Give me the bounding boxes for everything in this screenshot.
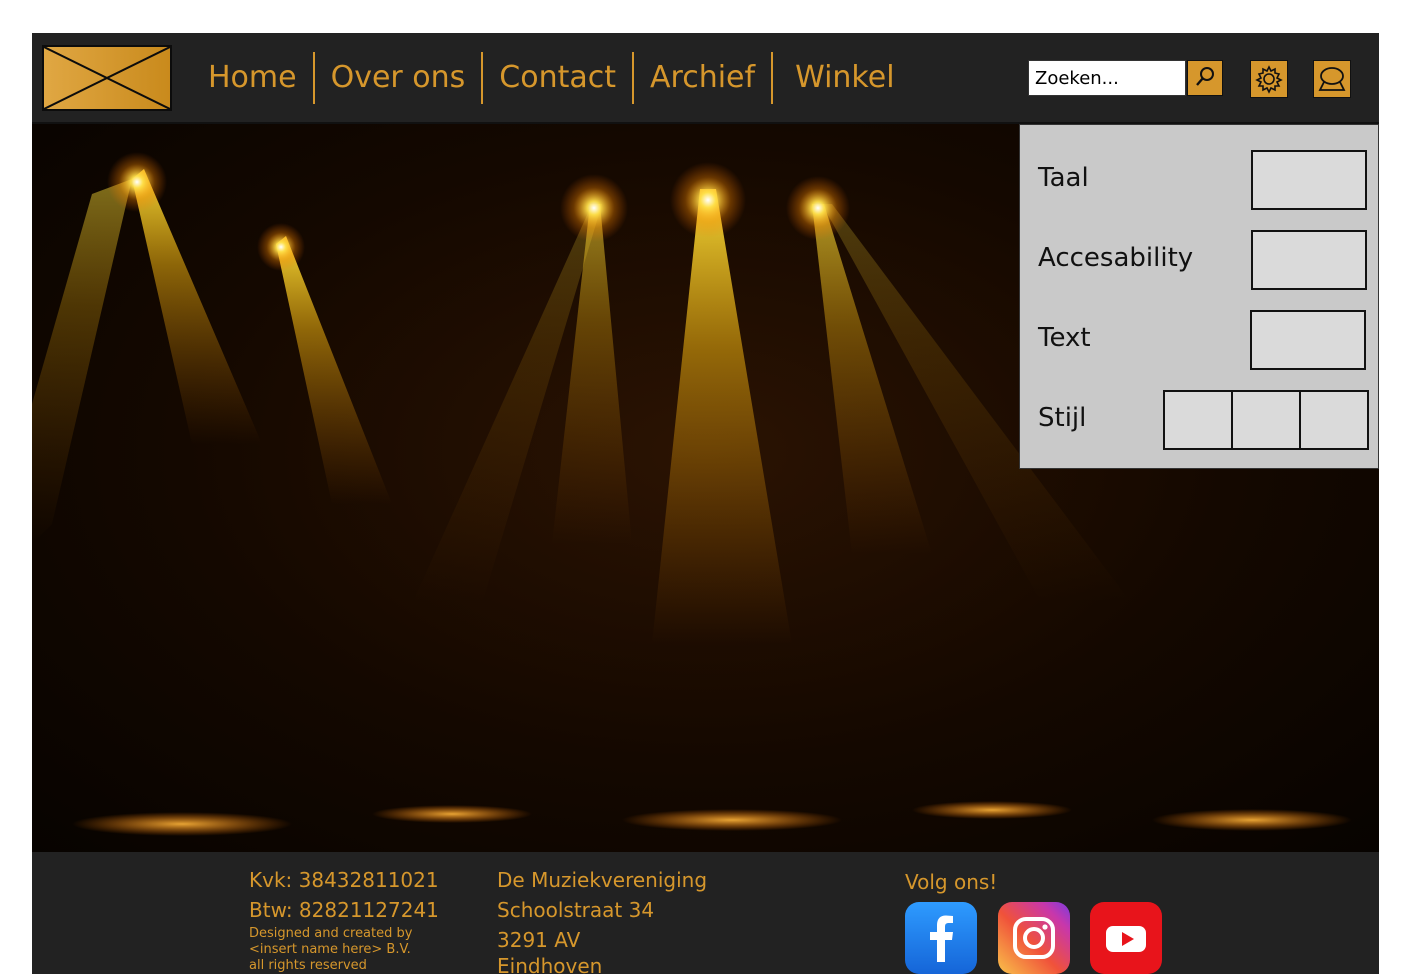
image-placeholder-icon bbox=[44, 47, 170, 109]
accessibility-select[interactable] bbox=[1251, 230, 1367, 290]
credit-line: Designed and created by bbox=[249, 926, 413, 941]
stijl-option-2[interactable] bbox=[1233, 392, 1301, 448]
youtube-icon bbox=[1106, 926, 1146, 952]
nav-over-ons[interactable]: Over ons bbox=[315, 52, 482, 104]
address-street: Schoolstraat 34 bbox=[497, 898, 655, 922]
follow-heading: Volg ons! bbox=[905, 870, 998, 894]
address-postcode: 3291 AV bbox=[497, 928, 581, 952]
instagram-link[interactable] bbox=[998, 902, 1070, 974]
search-button[interactable] bbox=[1187, 60, 1223, 96]
settings-panel: Taal Accesability Text Stijl bbox=[1019, 124, 1379, 469]
search-icon bbox=[1196, 67, 1214, 86]
taal-select[interactable] bbox=[1251, 150, 1367, 210]
accessibility-label: Accesability bbox=[1038, 243, 1194, 273]
facebook-icon bbox=[930, 915, 953, 962]
stijl-option-1[interactable] bbox=[1165, 392, 1233, 448]
taal-label: Taal bbox=[1038, 163, 1089, 193]
nav-home[interactable]: Home bbox=[192, 52, 313, 104]
text-size-select[interactable] bbox=[1250, 310, 1366, 370]
btw-number: Btw: 82821127241 bbox=[249, 898, 439, 922]
settings-gear-icon bbox=[1255, 65, 1283, 94]
page-frame: Home Over ons Contact Archief Winkel Zoe… bbox=[32, 33, 1379, 974]
credit-line: <insert name here> B.V. bbox=[249, 942, 411, 957]
top-navigation-bar: Home Over ons Contact Archief Winkel bbox=[32, 33, 1379, 124]
main-nav: Home Over ons Contact Archief Winkel bbox=[192, 51, 911, 105]
credit-line: all rights reserved bbox=[249, 958, 367, 973]
settings-button[interactable] bbox=[1250, 60, 1288, 98]
chat-button[interactable] bbox=[1313, 60, 1351, 98]
text-label: Text bbox=[1038, 323, 1091, 353]
stijl-option-3[interactable] bbox=[1301, 392, 1367, 448]
address-city: Eindhoven bbox=[497, 954, 603, 974]
kvk-number: Kvk: 38432811021 bbox=[249, 868, 439, 892]
facebook-link[interactable] bbox=[905, 902, 977, 974]
nav-winkel[interactable]: Winkel bbox=[773, 52, 910, 104]
chat-icon bbox=[1318, 67, 1346, 91]
org-name: De Muziekvereniging bbox=[497, 868, 708, 892]
stijl-options bbox=[1163, 390, 1369, 450]
nav-archief[interactable]: Archief bbox=[634, 52, 771, 104]
logo-placeholder[interactable] bbox=[42, 45, 172, 111]
instagram-icon bbox=[1013, 917, 1055, 959]
search-input[interactable] bbox=[1028, 60, 1186, 96]
footer: Kvk: 38432811021 Btw: 82821127241 Design… bbox=[32, 852, 1379, 974]
stijl-label: Stijl bbox=[1038, 403, 1087, 433]
youtube-link[interactable] bbox=[1090, 902, 1162, 974]
nav-contact[interactable]: Contact bbox=[483, 52, 632, 104]
